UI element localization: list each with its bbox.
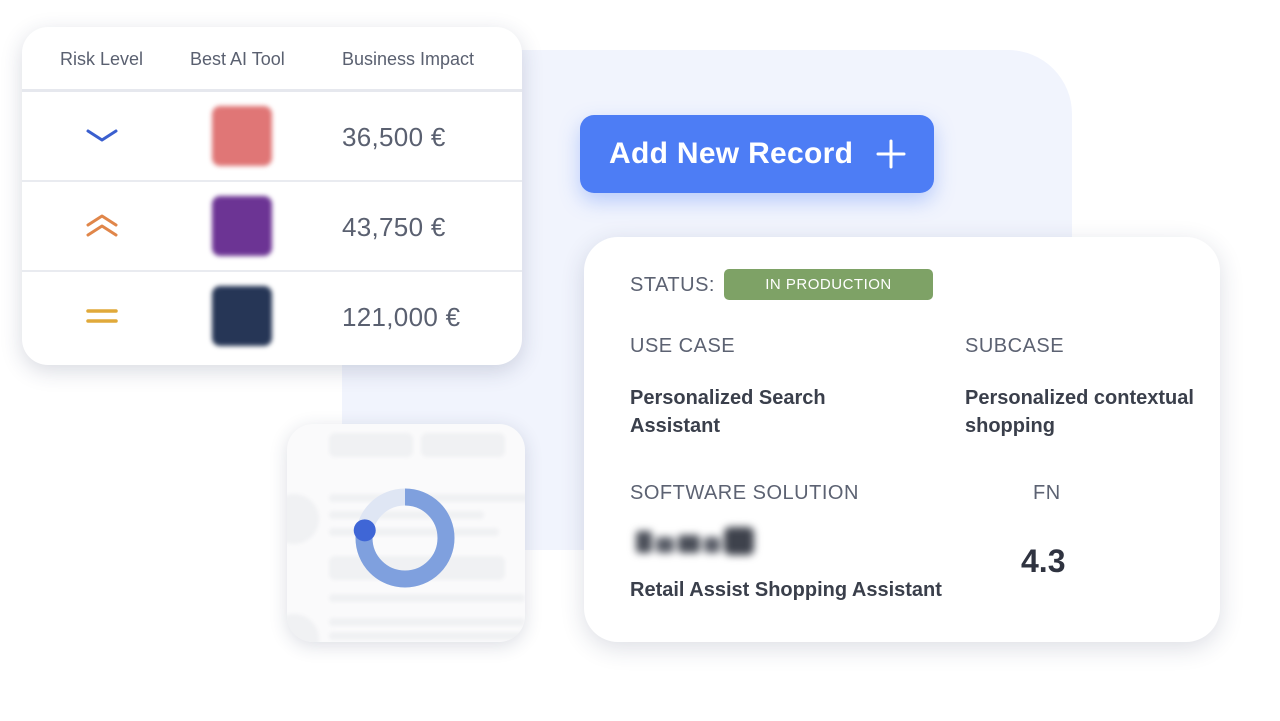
subcase-value: Personalized contextual shopping <box>965 387 1194 437</box>
ai-tool-logo <box>212 196 272 256</box>
placeholder-block <box>421 433 505 457</box>
placeholder-circle <box>287 494 319 544</box>
subcase-label: SUBCASE <box>965 335 1065 357</box>
software-solution-value: Retail Assist Shopping Assistant <box>630 579 942 601</box>
status-label: STATUS: <box>630 274 715 296</box>
ai-tool-logo <box>212 286 272 346</box>
table-row[interactable]: 43,750 € <box>22 182 522 272</box>
business-impact-value: 121,000 € <box>342 302 461 332</box>
table-header: Risk Level Best AI Tool Business Impact <box>22 27 522 92</box>
column-header-risk-level: Risk Level <box>60 49 144 69</box>
business-impact-value: 36,500 € <box>342 122 446 152</box>
plus-icon <box>876 139 906 169</box>
chevron-down-icon <box>86 129 118 142</box>
fn-value: 4.3 <box>1021 543 1066 579</box>
record-detail-card: STATUS: IN PRODUCTION USE CASE Personali… <box>584 237 1220 642</box>
status-badge: IN PRODUCTION <box>724 269 933 300</box>
add-new-record-label: Add New Record <box>609 137 854 170</box>
column-header-best-ai-tool: Best AI Tool <box>190 49 285 69</box>
business-impact-value: 43,750 € <box>342 212 446 242</box>
use-case-value: Personalized Search Assistant <box>630 387 826 437</box>
ai-tool-logo <box>212 106 272 166</box>
double-chevron-up-icon <box>86 214 118 237</box>
column-header-business-impact: Business Impact <box>342 49 475 69</box>
use-case-label: USE CASE <box>630 335 736 357</box>
table-row[interactable]: 121,000 € <box>22 272 522 360</box>
donut-chart <box>353 488 455 588</box>
software-logo <box>636 527 754 555</box>
equals-icon <box>86 309 118 323</box>
risk-table-card: Risk Level Best AI Tool Business Impact … <box>22 27 522 365</box>
placeholder-circle <box>287 614 319 642</box>
placeholder-block <box>329 433 413 457</box>
placeholder-line <box>329 632 525 640</box>
mini-dashboard-card <box>287 424 525 642</box>
placeholder-line <box>329 618 525 626</box>
fn-label: FN <box>1033 482 1061 504</box>
donut-progress-knob <box>353 519 376 542</box>
table-row[interactable]: 36,500 € <box>22 92 522 182</box>
placeholder-line <box>329 594 525 602</box>
add-new-record-button[interactable]: Add New Record <box>580 115 934 193</box>
software-solution-label: SOFTWARE SOLUTION <box>630 482 859 504</box>
